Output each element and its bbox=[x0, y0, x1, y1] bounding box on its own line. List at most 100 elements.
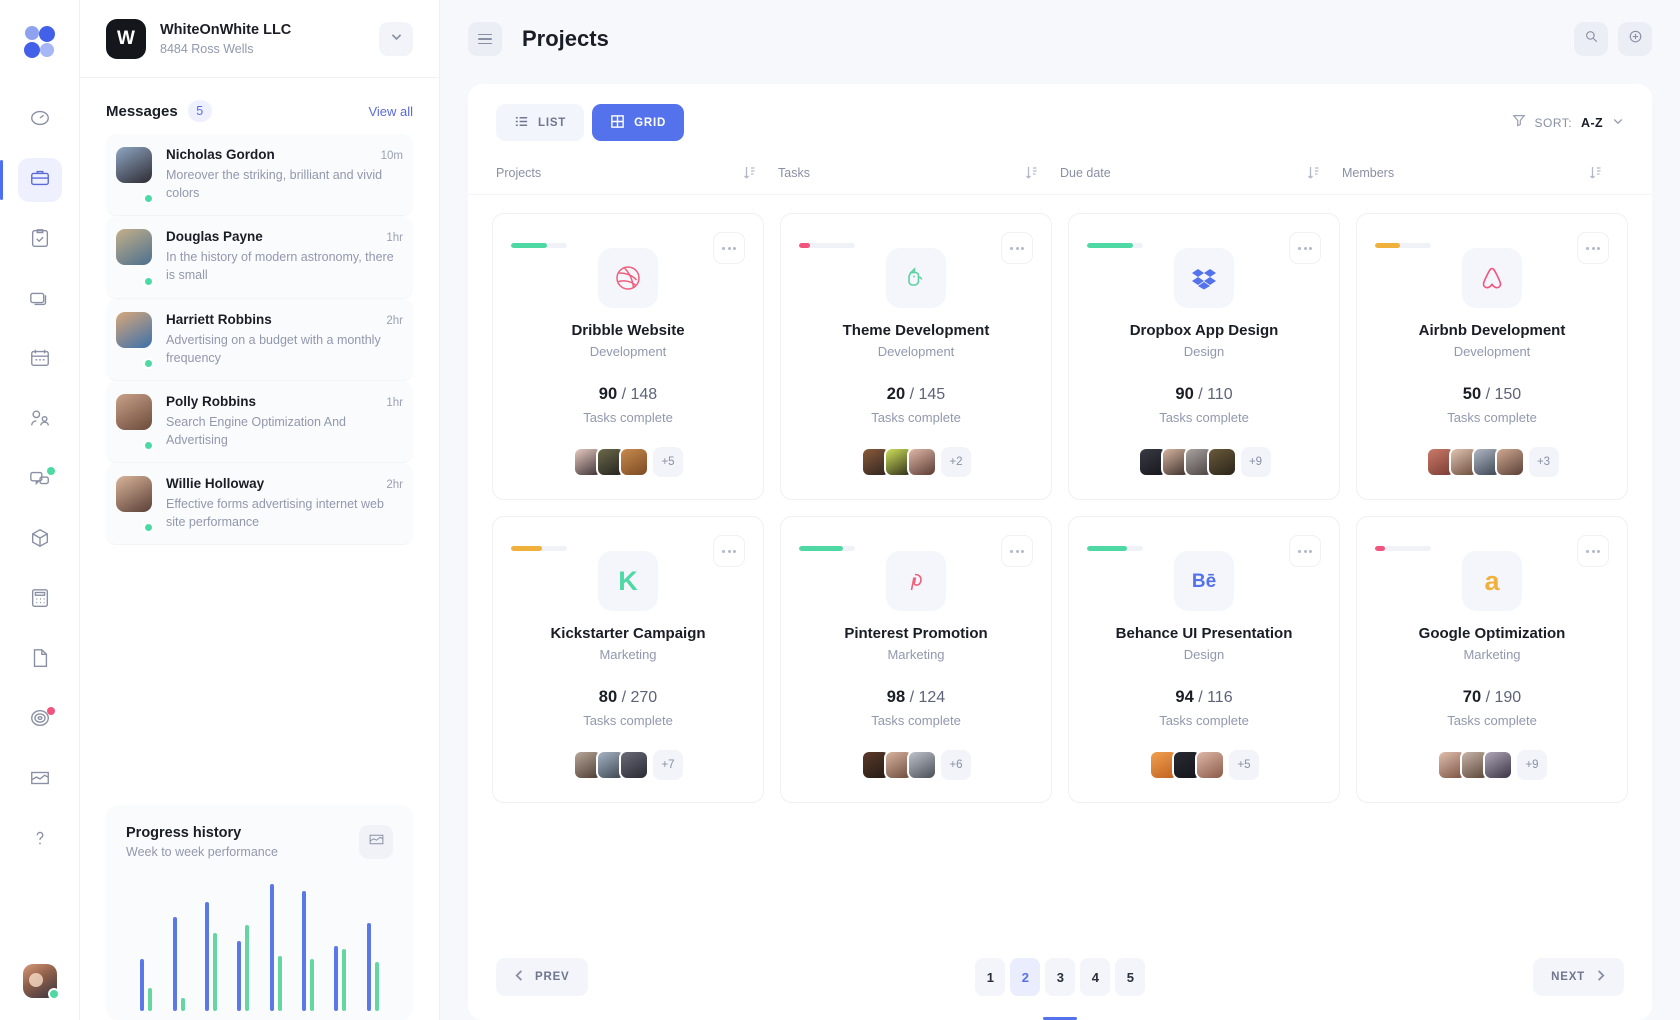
sort-az-icon[interactable] bbox=[1307, 165, 1320, 180]
sidebar-item-documents[interactable] bbox=[18, 638, 62, 682]
icon-rail bbox=[0, 0, 80, 1020]
project-card[interactable]: Bē Behance UI Presentation Design 94 / 116 T… bbox=[1068, 516, 1340, 803]
list-view-label: LIST bbox=[538, 116, 567, 129]
sort-az-icon[interactable] bbox=[1589, 165, 1602, 180]
tasks-done: 80 bbox=[598, 688, 618, 706]
current-user-avatar-wrap[interactable] bbox=[22, 964, 60, 1000]
page-number[interactable]: 3 bbox=[1045, 958, 1076, 996]
extra-members-badge[interactable]: +3 bbox=[1528, 447, 1559, 477]
tasks-total: 124 bbox=[918, 689, 946, 706]
tasks-complete-label: Tasks complete bbox=[1159, 713, 1249, 728]
card-menu-button[interactable] bbox=[713, 535, 745, 567]
sidebar-item-products[interactable] bbox=[18, 518, 62, 562]
extra-members-badge[interactable]: +5 bbox=[653, 447, 683, 477]
project-card[interactable]: Dribble Website Development 90 / 148 Tasks … bbox=[492, 213, 764, 500]
next-page-button[interactable]: NEXT bbox=[1533, 958, 1624, 996]
sidebar-item-projects[interactable] bbox=[0, 158, 62, 202]
card-menu-button[interactable] bbox=[1289, 232, 1321, 264]
project-card[interactable]: a Google Optimization Marketing 70 / 190 Tas… bbox=[1356, 516, 1628, 803]
list-item[interactable]: Willie Holloway 2hr Effective forms advert… bbox=[106, 463, 413, 546]
sort-az-icon[interactable] bbox=[743, 165, 756, 180]
extra-members-badge[interactable]: +2 bbox=[941, 447, 971, 477]
org-switcher-button[interactable] bbox=[379, 21, 413, 56]
sidebar-item-dashboard[interactable] bbox=[18, 98, 62, 142]
tasks-done: 90 bbox=[598, 385, 618, 403]
evernote-icon bbox=[886, 248, 946, 308]
list-item[interactable]: Harriett Robbins 2hr Advertising on a budg… bbox=[106, 298, 413, 381]
extra-members-badge[interactable]: +7 bbox=[653, 750, 683, 780]
status-dot bbox=[143, 357, 154, 369]
project-card[interactable]: K Kickstarter Campaign Marketing 80 / 270 Ta… bbox=[492, 516, 764, 803]
sidebar-item-messages[interactable] bbox=[18, 458, 62, 502]
member-avatars: +7 bbox=[573, 750, 683, 780]
tasks-done: 90 bbox=[1175, 385, 1194, 403]
extra-members-badge[interactable]: +6 bbox=[941, 750, 971, 780]
progress-fill bbox=[1087, 243, 1133, 248]
main-area: Projects LIST GRID SORT: A-Z Projects Ta… bbox=[440, 0, 1680, 1020]
tasks-total: 270 bbox=[630, 689, 658, 706]
chart-bar bbox=[245, 925, 250, 1011]
avatar bbox=[619, 447, 649, 477]
message-time: 1hr bbox=[386, 396, 403, 409]
page-number[interactable]: 1 bbox=[975, 958, 1006, 996]
avatar bbox=[619, 750, 649, 780]
project-card[interactable]: Dropbox App Design Design 90 / 110 Tasks co… bbox=[1068, 213, 1340, 500]
extra-members-badge[interactable]: +9 bbox=[1517, 750, 1547, 780]
messages-count-badge: 5 bbox=[187, 100, 212, 122]
tasks-total: 148 bbox=[630, 386, 658, 403]
progress-fill bbox=[1375, 243, 1401, 248]
list-item[interactable]: Douglas Payne 1hr In the history of modern… bbox=[106, 216, 413, 299]
card-menu-button[interactable] bbox=[713, 232, 745, 264]
project-card[interactable]: Theme Development Development 20 / 145 Task… bbox=[780, 213, 1052, 500]
project-name: Pinterest Promotion bbox=[844, 625, 988, 642]
sidebar-item-help[interactable] bbox=[18, 818, 62, 862]
card-menu-button[interactable] bbox=[1289, 535, 1321, 567]
progress-history-chart-button[interactable] bbox=[359, 825, 393, 859]
sort-az-icon[interactable] bbox=[1025, 165, 1038, 180]
grid-icon bbox=[610, 114, 625, 132]
column-header[interactable]: Due date bbox=[1060, 165, 1342, 180]
page-numbers: 12345 bbox=[975, 958, 1146, 996]
avatar bbox=[116, 393, 152, 430]
list-item[interactable]: Polly Robbins 1hr Search Engine Optimizati… bbox=[106, 380, 413, 463]
tab-list-view[interactable]: LIST bbox=[496, 104, 585, 141]
sort-control[interactable]: SORT: A-Z bbox=[1511, 113, 1624, 132]
tasks-ratio: 90 / 110 bbox=[1175, 385, 1233, 403]
sidebar-item-invoices[interactable] bbox=[18, 578, 62, 622]
sidebar-item-reports[interactable] bbox=[18, 758, 62, 802]
column-header[interactable]: Members bbox=[1342, 165, 1624, 180]
pagination: PREV 12345 NEXT bbox=[468, 936, 1652, 1020]
view-all-link[interactable]: View all bbox=[368, 104, 413, 119]
card-menu-button[interactable] bbox=[1001, 232, 1033, 264]
sidebar-item-contacts[interactable] bbox=[18, 398, 62, 442]
list-item[interactable]: Nicholas Gordon 10m Moreover the striking,… bbox=[106, 134, 413, 217]
project-card[interactable]: Airbnb Development Development 50 / 150 Tas… bbox=[1356, 213, 1628, 500]
avatar bbox=[907, 750, 937, 780]
messages-list: Nicholas Gordon 10m Moreover the striking,… bbox=[80, 134, 439, 546]
card-menu-button[interactable] bbox=[1001, 535, 1033, 567]
progress-fill bbox=[511, 243, 547, 248]
projects-toolbar: LIST GRID SORT: A-Z bbox=[468, 84, 1652, 155]
page-number[interactable]: 5 bbox=[1115, 958, 1146, 996]
column-label: Members bbox=[1342, 165, 1395, 180]
card-menu-button[interactable] bbox=[1577, 232, 1609, 264]
extra-members-badge[interactable]: +5 bbox=[1229, 750, 1259, 780]
project-card[interactable]: Pinterest Promotion Marketing 98 / 124 Task… bbox=[780, 516, 1052, 803]
prev-page-button[interactable]: PREV bbox=[496, 958, 588, 996]
hamburger-icon[interactable] bbox=[468, 22, 502, 56]
card-menu-button[interactable] bbox=[1577, 535, 1609, 567]
add-button[interactable] bbox=[1618, 22, 1652, 56]
column-header[interactable]: Tasks bbox=[778, 165, 1060, 180]
sidebar-item-tasks[interactable] bbox=[18, 218, 62, 262]
column-header[interactable]: Projects bbox=[496, 165, 778, 180]
column-label: Projects bbox=[496, 165, 542, 180]
page-number[interactable]: 2 bbox=[1010, 958, 1041, 996]
sidebar-item-goals[interactable] bbox=[18, 698, 62, 742]
sidebar-item-boards[interactable] bbox=[18, 278, 62, 322]
chart-bar bbox=[302, 891, 307, 1011]
tab-grid-view[interactable]: GRID bbox=[592, 104, 685, 141]
page-number[interactable]: 4 bbox=[1080, 958, 1111, 996]
extra-members-badge[interactable]: +9 bbox=[1240, 447, 1271, 477]
sidebar-item-calendar[interactable] bbox=[18, 338, 62, 382]
search-button[interactable] bbox=[1574, 22, 1608, 56]
